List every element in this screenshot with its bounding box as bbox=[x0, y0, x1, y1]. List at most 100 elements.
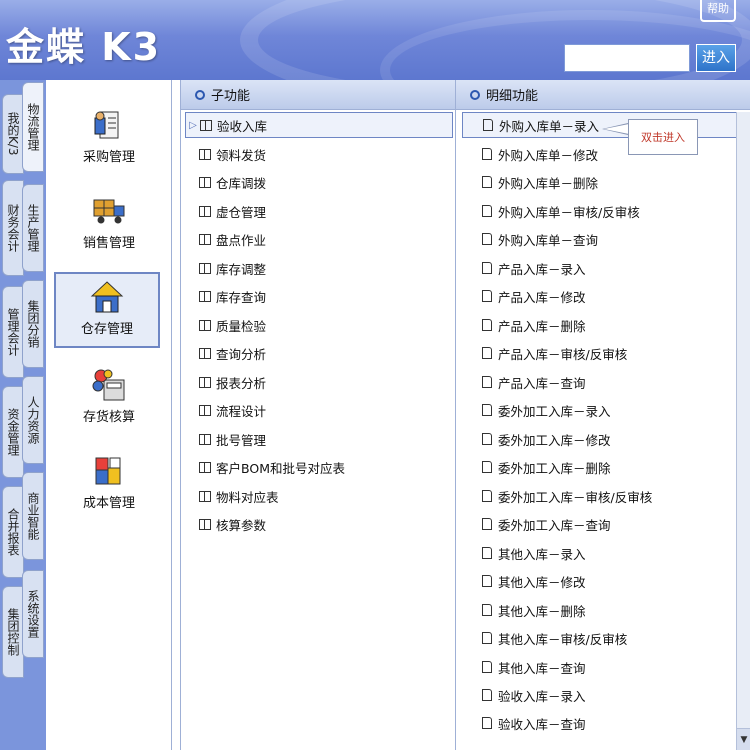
sub-item[interactable]: 质量检验 bbox=[185, 312, 453, 338]
app-header: 金蝶 K3 帮助 进入 bbox=[0, 0, 750, 80]
sub-item-label: 批号管理 bbox=[216, 432, 267, 448]
sub-function-title: 子功能 bbox=[211, 89, 251, 104]
tab-my-k3[interactable]: 我的K/3 bbox=[2, 94, 24, 174]
tab-system-settings[interactable]: 系统设置 bbox=[22, 570, 44, 658]
document-icon bbox=[482, 290, 492, 302]
detail-scrollbar[interactable]: ▼ bbox=[736, 112, 750, 750]
detail-item[interactable]: 外购入库单－审核/反审核 bbox=[462, 198, 742, 224]
document-icon bbox=[482, 404, 492, 416]
sub-item[interactable]: 核算参数 bbox=[185, 511, 453, 537]
sub-item-label: 质量检验 bbox=[216, 318, 267, 334]
detail-item[interactable]: 产品入库－录入 bbox=[462, 255, 742, 281]
sub-item[interactable]: 报表分析 bbox=[185, 369, 453, 395]
inventory-calc-icon bbox=[92, 368, 126, 402]
detail-item[interactable]: 外购入库单－查询 bbox=[462, 226, 742, 252]
search-input[interactable] bbox=[564, 44, 690, 72]
detail-item[interactable]: 验收入库－查询 bbox=[462, 710, 742, 736]
book-icon bbox=[199, 176, 211, 188]
detail-item[interactable]: 验收入库－录入 bbox=[462, 682, 742, 708]
sub-item[interactable]: 库存调整 bbox=[185, 255, 453, 281]
sales-truck-icon bbox=[92, 194, 126, 228]
sub-item[interactable]: 盘点作业 bbox=[185, 226, 453, 252]
detail-item[interactable]: 委外加工入库－修改 bbox=[462, 426, 742, 452]
module-label: 成本管理 bbox=[82, 496, 135, 511]
detail-item[interactable]: 外购入库单－删除 bbox=[462, 169, 742, 195]
detail-item-label: 外购入库单－审核/反审核 bbox=[498, 204, 640, 220]
tab-group-control[interactable]: 集团控制 bbox=[2, 586, 24, 678]
tab-production[interactable]: 生产管理 bbox=[22, 184, 44, 272]
document-icon bbox=[482, 433, 492, 445]
detail-item-label: 产品入库－审核/反审核 bbox=[498, 346, 628, 362]
detail-item[interactable]: 产品入库－审核/反审核 bbox=[462, 340, 742, 366]
book-icon bbox=[199, 233, 211, 245]
sub-item[interactable]: 虚仓管理 bbox=[185, 198, 453, 224]
sub-item[interactable]: 领料发货 bbox=[185, 141, 453, 167]
expand-arrow-icon: ▷ bbox=[189, 119, 197, 131]
detail-item-label: 委外加工入库－录入 bbox=[498, 403, 611, 419]
sub-item[interactable]: 物料对应表 bbox=[185, 483, 453, 509]
book-icon bbox=[199, 347, 211, 359]
sub-item[interactable]: 客户BOM和批号对应表 bbox=[185, 454, 453, 480]
document-icon bbox=[482, 490, 492, 502]
document-icon bbox=[482, 661, 492, 673]
module-inventory-calc[interactable]: 存货核算 bbox=[52, 362, 166, 438]
module-cost[interactable]: 成本管理 bbox=[52, 448, 166, 524]
document-icon bbox=[482, 604, 492, 616]
tab-finance[interactable]: 财务会计 bbox=[2, 180, 24, 276]
document-icon bbox=[482, 575, 492, 587]
detail-item[interactable]: 其他入库－修改 bbox=[462, 568, 742, 594]
tab-consolidation[interactable]: 合并报表 bbox=[2, 486, 24, 578]
book-icon bbox=[199, 490, 211, 502]
tab-group-distribution[interactable]: 集团分销 bbox=[22, 280, 44, 368]
help-button[interactable]: 帮助 bbox=[700, 0, 736, 22]
document-icon bbox=[482, 262, 492, 274]
module-sales[interactable]: 销售管理 bbox=[52, 188, 166, 264]
scroll-down-icon[interactable]: ▼ bbox=[737, 728, 750, 750]
detail-item[interactable]: 委外加工入库－审核/反审核 bbox=[462, 483, 742, 509]
sub-item[interactable]: 流程设计 bbox=[185, 397, 453, 423]
sub-item-label: 领料发货 bbox=[216, 147, 267, 163]
kingdee-logo: 金蝶 K3 bbox=[6, 25, 162, 69]
book-icon bbox=[199, 433, 211, 445]
sub-item-label: 库存调整 bbox=[216, 261, 267, 277]
detail-item[interactable]: 其他入库－删除 bbox=[462, 597, 742, 623]
sub-item[interactable]: 仓库调拨 bbox=[185, 169, 453, 195]
module-panel: 采购管理 销售管理 仓存管理 存货核算 成本管理 bbox=[46, 80, 172, 750]
detail-item[interactable]: 其他入库－审核/反审核 bbox=[462, 625, 742, 651]
detail-item-label: 产品入库－删除 bbox=[498, 318, 586, 334]
module-purchase[interactable]: 采购管理 bbox=[52, 102, 166, 178]
tab-bi[interactable]: 商业智能 bbox=[22, 472, 44, 560]
book-icon bbox=[199, 319, 211, 331]
enter-button[interactable]: 进入 bbox=[696, 44, 736, 72]
detail-item[interactable]: 委外加工入库－录入 bbox=[462, 397, 742, 423]
detail-item[interactable]: 其他入库－录入 bbox=[462, 540, 742, 566]
sub-item[interactable]: ▷ 验收入库 bbox=[185, 112, 453, 138]
detail-item[interactable]: 产品入库－查询 bbox=[462, 369, 742, 395]
document-icon bbox=[482, 547, 492, 559]
tab-logistics[interactable]: 物流管理 bbox=[22, 82, 44, 172]
detail-item-label: 产品入库－录入 bbox=[498, 261, 586, 277]
sub-item-label: 查询分析 bbox=[216, 346, 267, 362]
tab-hr[interactable]: 人力资源 bbox=[22, 376, 44, 464]
module-tab-strip: 我的K/3 财务会计 管理会计 资金管理 合并报表 集团控制 物流管理 生产管理… bbox=[0, 80, 46, 750]
detail-item[interactable]: 其他入库－查询 bbox=[462, 654, 742, 680]
detail-item-label: 外购入库单－删除 bbox=[498, 175, 599, 191]
detail-item[interactable]: 产品入库－修改 bbox=[462, 283, 742, 309]
tab-fund[interactable]: 资金管理 bbox=[2, 386, 24, 478]
detail-item-label: 验收入库－查询 bbox=[498, 716, 586, 732]
module-label: 销售管理 bbox=[82, 236, 135, 251]
detail-item[interactable]: 产品入库－删除 bbox=[462, 312, 742, 338]
sub-item[interactable]: 查询分析 bbox=[185, 340, 453, 366]
warehouse-icon bbox=[90, 280, 124, 314]
book-icon bbox=[199, 148, 211, 160]
detail-item[interactable]: 委外加工入库－查询 bbox=[462, 511, 742, 537]
detail-item[interactable]: 委外加工入库－删除 bbox=[462, 454, 742, 480]
tab-mgmt-accounting[interactable]: 管理会计 bbox=[2, 286, 24, 378]
sub-item[interactable]: 批号管理 bbox=[185, 426, 453, 452]
module-warehouse[interactable]: 仓存管理 bbox=[54, 272, 160, 348]
detail-item[interactable]: 外购入库单－修改 bbox=[462, 141, 742, 167]
sub-item[interactable]: 库存查询 bbox=[185, 283, 453, 309]
sub-item-label: 盘点作业 bbox=[216, 232, 267, 248]
panel-bullet-icon bbox=[195, 89, 205, 100]
detail-item-label: 其他入库－删除 bbox=[498, 603, 586, 619]
